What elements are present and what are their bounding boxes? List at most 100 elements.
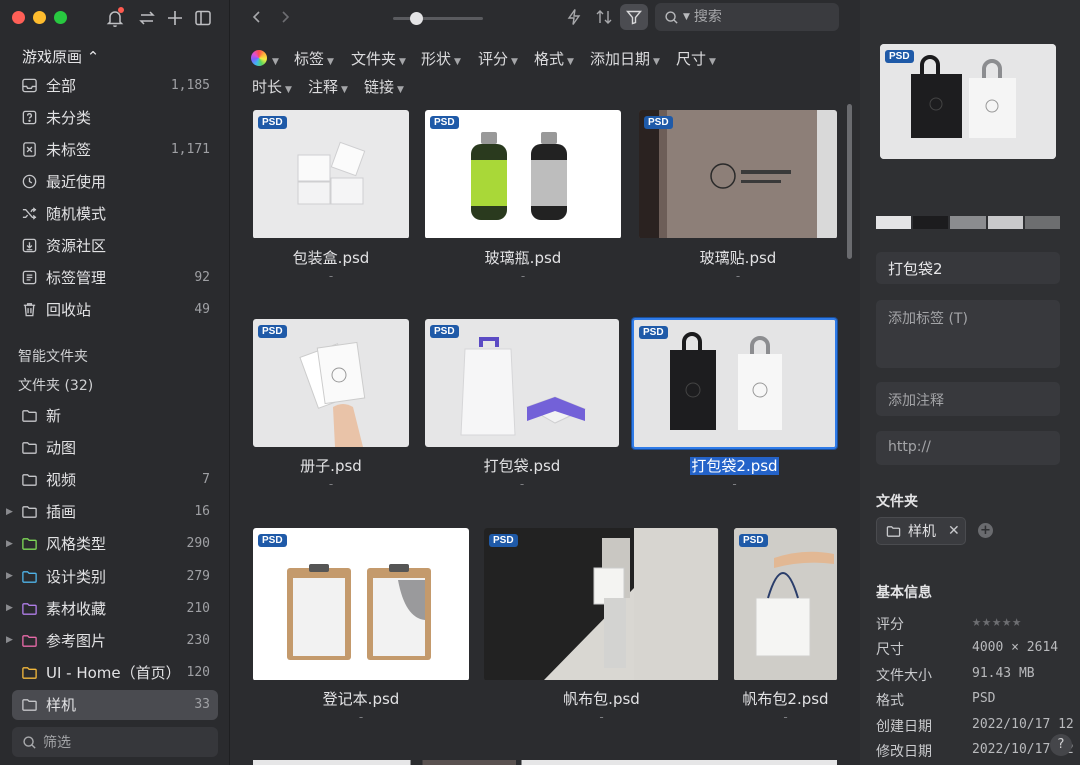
filter-tag-dropdown[interactable]: 注释 ▼	[308, 76, 348, 97]
asset-thumbnail[interactable]: PSD	[632, 318, 837, 449]
asset-card[interactable]: PSD 包装盒.psd -	[253, 110, 409, 289]
sidebar-item-recent[interactable]: 最近使用	[12, 166, 218, 196]
folders-heading[interactable]: 文件夹 (32)	[18, 375, 93, 395]
asset-name[interactable]: 登记本.psd	[253, 688, 469, 709]
expand-arrow-icon[interactable]: ▶	[6, 507, 14, 517]
filter-tag-dropdown[interactable]: 文件夹 ▼	[351, 48, 406, 69]
rating-star-icon[interactable]: ★	[972, 612, 981, 630]
palette-swatch[interactable]	[1024, 216, 1061, 229]
palette-swatch[interactable]	[987, 216, 1023, 229]
asset-card[interactable]: PSD 册子.psd -	[253, 319, 409, 497]
zoom-slider-handle[interactable]	[409, 12, 423, 25]
sidebar-item-trash[interactable]: 回收站 49	[12, 294, 218, 324]
sidebar-folder-item[interactable]: ▶ 参考图片 230	[6, 625, 218, 655]
rating-star-icon[interactable]: ★	[992, 612, 1001, 630]
asset-thumbnail[interactable]: PSD	[639, 110, 837, 239]
asset-card[interactable]: PSD 打包袋2.psd -	[632, 318, 837, 499]
rating-star-icon[interactable]: ★	[1002, 612, 1011, 630]
grid-scrollbar[interactable]	[847, 104, 852, 259]
filter-tag-dropdown[interactable]: 时长 ▼	[252, 76, 292, 97]
help-button[interactable]: ?	[1050, 734, 1072, 756]
sort-button[interactable]	[593, 6, 615, 28]
asset-name[interactable]: 册子.psd	[253, 455, 409, 476]
forward-button[interactable]	[275, 6, 295, 28]
asset-card[interactable]: PSD 帆布包2.psd -	[734, 528, 837, 731]
asset-name[interactable]: 玻璃瓶.psd	[425, 247, 621, 268]
asset-name[interactable]: 玻璃贴.psd	[639, 247, 837, 268]
sidebar-folder-item[interactable]: 样机 33	[12, 689, 218, 720]
add-folder-button[interactable]: +	[978, 523, 993, 538]
filter-tag-dropdown[interactable]: 格式 ▼	[534, 48, 574, 69]
chevron-down-icon[interactable]: ▼	[683, 12, 690, 22]
search-input[interactable]	[693, 9, 824, 25]
folder-chip[interactable]: 样机 ✕	[876, 517, 966, 545]
asset-card[interactable]: PSD 帆布包.psd -	[484, 528, 719, 731]
selected-name-highlight[interactable]: 打包袋2.psd	[690, 457, 779, 475]
palette-swatch[interactable]	[950, 216, 986, 229]
asset-thumbnail[interactable]: PSD	[253, 110, 409, 239]
maximize-window-button[interactable]	[54, 11, 67, 24]
search-box[interactable]: ▼	[655, 3, 839, 31]
back-button[interactable]	[247, 6, 267, 28]
minimize-window-button[interactable]	[33, 11, 46, 24]
asset-card[interactable]: PSD 玻璃瓶.psd -	[425, 110, 621, 289]
asset-name[interactable]: 帆布包.psd	[484, 688, 719, 709]
add-icon[interactable]	[165, 8, 185, 28]
asset-thumbnail[interactable]: PSD	[734, 528, 837, 681]
bell-icon[interactable]	[105, 7, 125, 28]
sidebar-folder-item[interactable]: ▶ 素材收藏 210	[6, 593, 218, 623]
asset-card[interactable]: PSD 登记本.psd -	[253, 528, 469, 731]
swap-icon[interactable]	[137, 8, 157, 28]
filter-tag-dropdown[interactable]: 形状 ▼	[421, 48, 461, 69]
quick-action-button[interactable]	[563, 6, 585, 28]
smart-folders-heading[interactable]: 智能文件夹	[18, 346, 88, 366]
notes-field[interactable]: 添加注释	[876, 382, 1060, 416]
sidebar-item-untagged[interactable]: 未标签 1,171	[12, 134, 218, 164]
asset-thumbnail[interactable]: PSD	[253, 319, 409, 447]
zoom-slider[interactable]	[393, 12, 483, 25]
filter-tag-dropdown[interactable]: 添加日期 ▼	[590, 48, 660, 69]
filter-tag-dropdown[interactable]: 链接 ▼	[364, 76, 404, 97]
asset-thumbnail[interactable]: PSD	[425, 319, 619, 447]
sidebar-folder-item[interactable]: ▶ 风格类型 290	[6, 529, 218, 559]
expand-arrow-icon[interactable]: ▶	[6, 539, 14, 549]
asset-name[interactable]: 包装盒.psd	[253, 247, 409, 268]
remove-folder-icon[interactable]: ✕	[948, 523, 960, 539]
sidebar-folder-item[interactable]: ▶ 插画 16	[6, 497, 218, 527]
filter-tag-dropdown[interactable]: 尺寸 ▼	[676, 48, 716, 69]
close-window-button[interactable]	[12, 11, 25, 24]
sidebar-toggle-icon[interactable]	[193, 8, 213, 28]
tags-field[interactable]: 添加标签 (T)	[876, 300, 1060, 368]
palette-swatch[interactable]	[876, 216, 912, 229]
color-filter-icon[interactable]	[251, 50, 267, 66]
sidebar-item-tag-manager[interactable]: 标签管理 92	[12, 262, 218, 292]
sidebar-folder-item[interactable]: 视频 7	[12, 464, 218, 494]
sidebar-folder-item[interactable]: 动图	[12, 432, 218, 462]
palette-swatch[interactable]	[913, 216, 949, 229]
asset-name[interactable]: 打包袋.psd	[425, 455, 619, 476]
asset-thumbnail[interactable]: PSD	[253, 528, 469, 681]
sidebar-item-community[interactable]: 资源社区	[12, 230, 218, 260]
sidebar-item-random[interactable]: 随机模式	[12, 198, 218, 228]
rating-star-icon[interactable]: ★	[982, 612, 991, 630]
sidebar-folder-item[interactable]: ▶ 设计类别 279	[6, 561, 218, 591]
asset-thumbnail[interactable]: PSD	[425, 110, 621, 239]
filter-toggle-button[interactable]	[620, 4, 648, 30]
filter-tag-dropdown[interactable]: 标签 ▼	[294, 48, 334, 69]
url-field[interactable]: http://	[876, 431, 1060, 465]
sidebar-folder-item[interactable]: 新	[12, 400, 218, 430]
sidebar-item-uncategorized[interactable]: 未分类	[12, 102, 218, 132]
asset-card[interactable]: PSD 玻璃贴.psd -	[639, 110, 837, 289]
expand-arrow-icon[interactable]: ▶	[6, 635, 14, 645]
asset-name[interactable]: 打包袋2.psd	[632, 455, 837, 476]
sidebar-folder-item[interactable]: UI - Home（首页） 120	[12, 658, 218, 688]
asset-name[interactable]: 帆布包2.psd	[734, 688, 837, 709]
library-switcher[interactable]: 游戏原画 ⌃	[22, 46, 99, 67]
expand-arrow-icon[interactable]: ▶	[6, 571, 14, 581]
asset-thumbnail[interactable]: PSD	[484, 528, 719, 681]
rating-stars[interactable]: ★★★★★	[972, 612, 1022, 630]
preview-image[interactable]: PSD	[880, 44, 1056, 159]
folder-filter-input[interactable]: 筛选	[12, 727, 218, 757]
filter-tag-dropdown[interactable]: 评分 ▼	[478, 48, 518, 69]
color-filter-dropdown-icon[interactable]: ▼	[269, 50, 279, 68]
